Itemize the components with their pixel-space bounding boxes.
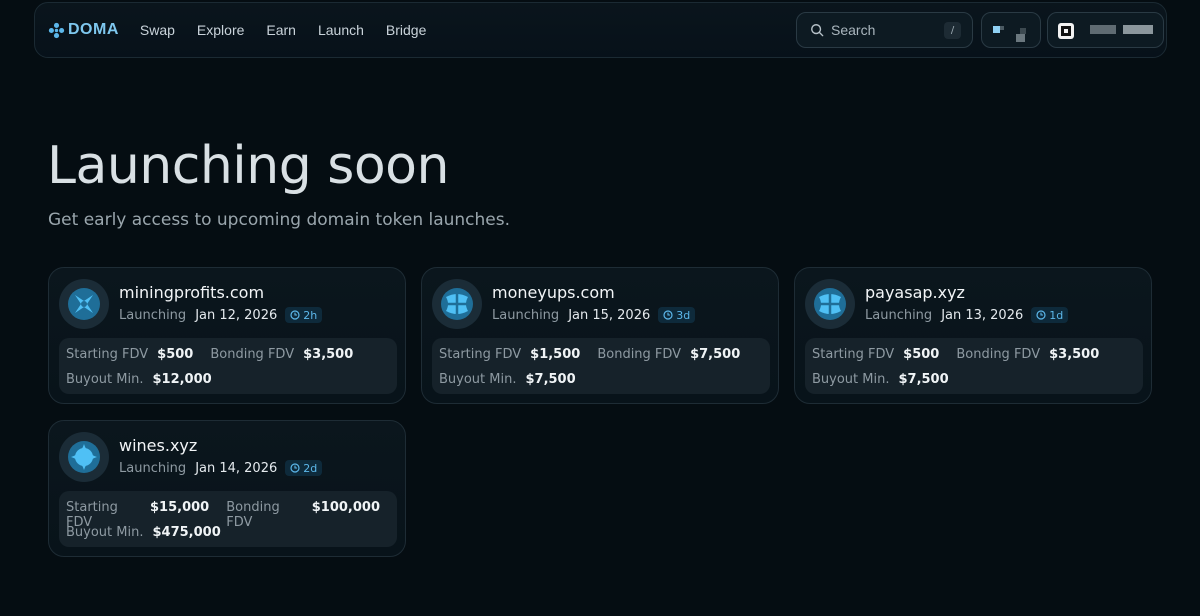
launch-date: Jan 13, 2026 — [941, 307, 1024, 323]
launch-meta: Launching Jan 14, 2026 2d — [119, 460, 323, 476]
starting-fdv-value: $500 — [903, 347, 940, 362]
buyout-value: $7,500 — [525, 372, 576, 387]
nav-link-earn[interactable]: Earn — [266, 22, 296, 38]
wallet-account-button[interactable] — [1047, 12, 1164, 48]
nav-link-bridge[interactable]: Bridge — [386, 22, 426, 38]
countdown-badge: 2d — [285, 460, 323, 476]
domain-token-icon — [441, 288, 473, 320]
clock-icon — [290, 463, 300, 473]
brand-name: DOMA — [68, 21, 119, 38]
bonding-fdv-value: $100,000 — [311, 500, 380, 515]
wallet-address-redacted — [1090, 25, 1116, 34]
bonding-fdv-label: Bonding FDV — [210, 347, 295, 362]
countdown-text: 2h — [303, 308, 318, 322]
stats-panel: Starting FDV $15,000 Bonding FDV $100,00… — [59, 491, 397, 547]
token-avatar — [805, 279, 855, 329]
token-avatar — [59, 279, 109, 329]
domain-name[interactable]: payasap.xyz — [865, 283, 965, 302]
launch-card[interactable]: miningprofits.com Launching Jan 12, 2026… — [48, 267, 406, 404]
launch-date: Jan 14, 2026 — [195, 460, 278, 476]
status-label: Launching — [119, 307, 187, 323]
bonding-fdv-label: Bonding FDV — [597, 347, 682, 362]
bonding-fdv-value: $7,500 — [690, 347, 741, 362]
starting-fdv-label: Starting FDV — [439, 347, 522, 362]
launch-meta: Launching Jan 15, 2026 3d — [492, 307, 696, 323]
wallet-avatar-icon — [1058, 23, 1074, 39]
network-icon — [993, 26, 1000, 33]
countdown-badge: 1d — [1031, 307, 1069, 323]
launch-date: Jan 12, 2026 — [195, 307, 278, 323]
launch-card[interactable]: payasap.xyz Launching Jan 13, 2026 1d St… — [794, 267, 1152, 404]
brand-logo[interactable]: DOMA — [48, 21, 119, 39]
search-shortcut-key: / — [944, 22, 961, 39]
network-selector-button[interactable] — [981, 12, 1041, 48]
clock-icon — [663, 310, 673, 320]
buyout-value: $12,000 — [152, 372, 212, 387]
page-title: Launching soon — [47, 136, 449, 196]
nav-link-explore[interactable]: Explore — [197, 22, 244, 38]
launch-meta: Launching Jan 12, 2026 2h — [119, 307, 323, 323]
nav-link-swap[interactable]: Swap — [140, 22, 175, 38]
buyout-label: Buyout Min. — [66, 372, 144, 387]
buyout-label: Buyout Min. — [439, 372, 517, 387]
countdown-text: 1d — [1049, 308, 1064, 322]
stats-panel: Starting FDV $500 Bonding FDV $3,500 Buy… — [59, 338, 397, 394]
token-avatar — [432, 279, 482, 329]
stats-panel: Starting FDV $500 Bonding FDV $3,500 Buy… — [805, 338, 1143, 394]
status-label: Launching — [865, 307, 933, 323]
status-label: Launching — [119, 460, 187, 476]
countdown-badge: 2h — [285, 307, 323, 323]
bonding-fdv-value: $3,500 — [303, 347, 354, 362]
countdown-text: 3d — [676, 308, 691, 322]
nav-link-launch[interactable]: Launch — [318, 22, 364, 38]
token-avatar — [59, 432, 109, 482]
buyout-value: $7,500 — [898, 372, 949, 387]
starting-fdv-value: $1,500 — [530, 347, 581, 362]
bonding-fdv-label: Bonding FDV — [956, 347, 1041, 362]
launch-date: Jan 15, 2026 — [568, 307, 651, 323]
search-icon — [811, 24, 824, 37]
page-subtitle: Get early access to upcoming domain toke… — [48, 210, 511, 230]
launch-meta: Launching Jan 13, 2026 1d — [865, 307, 1069, 323]
buyout-label: Buyout Min. — [66, 525, 144, 540]
starting-fdv-label: Starting FDV — [66, 347, 149, 362]
starting-fdv-label: Starting FDV — [812, 347, 895, 362]
search-input[interactable]: Search / — [796, 12, 973, 48]
domain-name[interactable]: miningprofits.com — [119, 283, 264, 302]
bonding-fdv-value: $3,500 — [1049, 347, 1100, 362]
clock-icon — [290, 310, 300, 320]
buyout-value: $475,000 — [152, 525, 221, 540]
domain-token-icon — [68, 288, 100, 320]
domain-token-icon — [68, 441, 100, 473]
doma-logo-icon — [48, 22, 65, 38]
clock-icon — [1036, 310, 1046, 320]
domain-token-icon — [814, 288, 846, 320]
search-placeholder: Search — [831, 22, 876, 38]
domain-name[interactable]: moneyups.com — [492, 283, 615, 302]
status-label: Launching — [492, 307, 560, 323]
countdown-badge: 3d — [658, 307, 696, 323]
starting-fdv-value: $500 — [157, 347, 194, 362]
buyout-label: Buyout Min. — [812, 372, 890, 387]
stats-panel: Starting FDV $1,500 Bonding FDV $7,500 B… — [432, 338, 770, 394]
launch-card[interactable]: moneyups.com Launching Jan 15, 2026 3d S… — [421, 267, 779, 404]
domain-name[interactable]: wines.xyz — [119, 436, 197, 455]
nav-links: Swap Explore Earn Launch Bridge — [140, 22, 448, 38]
top-navbar: DOMA Swap Explore Earn Launch Bridge Sea… — [34, 2, 1167, 58]
launch-card[interactable]: wines.xyz Launching Jan 14, 2026 2d Star… — [48, 420, 406, 557]
countdown-text: 2d — [303, 461, 318, 475]
